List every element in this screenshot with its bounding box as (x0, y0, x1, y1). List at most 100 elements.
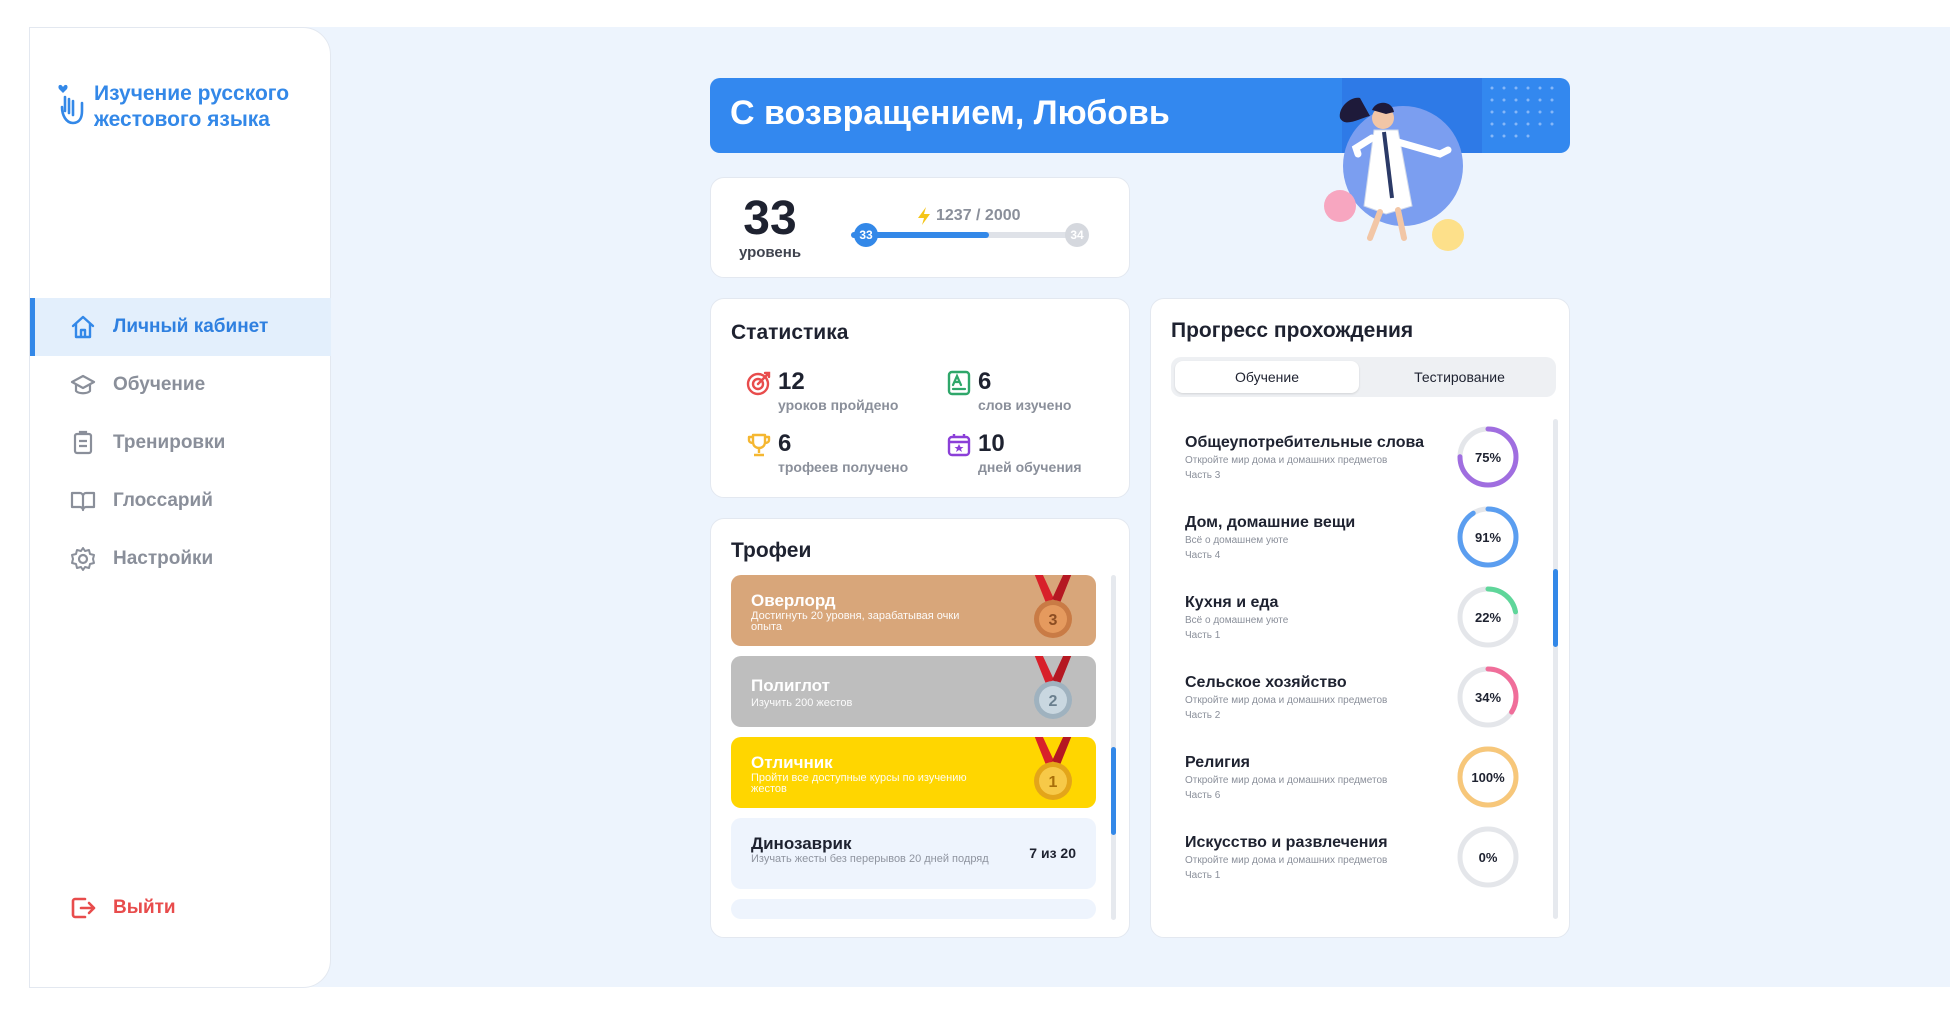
course-progress-label: 34% (1474, 689, 1502, 705)
sidebar: Изучение русского жестового языка Личный… (29, 27, 331, 988)
gold-medal-icon: 1 (1034, 737, 1072, 800)
course-progress-ring: 22% (1456, 585, 1520, 649)
trophy-name: Динозаврик (751, 834, 852, 853)
stat-trophies: 6 трофеев получено (746, 429, 908, 475)
course-description: Всё о домашнем уюте (1185, 535, 1289, 546)
sidebar-item-dashboard[interactable]: Личный кабинет (30, 298, 331, 356)
stat-label: дней обучения (978, 459, 1082, 475)
xp-value: 1237 / 2000 (936, 207, 1021, 224)
trophy-description: Достигнуть 20 уровня, зарабатывая очки о… (751, 610, 960, 633)
stat-value: 6 (978, 368, 992, 395)
sidebar-item-learning[interactable]: Обучение (30, 356, 331, 414)
course-name: Сельское хозяйство (1185, 674, 1347, 691)
statistics-title: Статистика (731, 321, 849, 344)
xp-readout: 1237 / 2000 (916, 206, 1021, 226)
lightning-icon (918, 207, 930, 225)
sidebar-item-settings[interactable]: Настройки (30, 530, 331, 588)
course-progress-ring: 34% (1456, 665, 1520, 729)
clipboard-icon (69, 429, 97, 457)
level-value: 33 (743, 192, 797, 245)
welcome-title: С возвращением, Любовь (730, 94, 1170, 132)
trophy-icon (747, 433, 771, 457)
stat-label: трофеев получено (778, 459, 909, 475)
stat-label: уроков пройдено (778, 397, 899, 413)
course-item[interactable]: Искусство и развлечения Откройте мир дом… (1185, 833, 1485, 883)
trophies-scrollbar[interactable] (1111, 575, 1116, 920)
course-progress-ring: 91% (1456, 505, 1520, 569)
course-progress-label: 22% (1474, 609, 1502, 625)
trophy-item-excellent[interactable]: Отличник Пройти все доступные курсы по и… (731, 737, 1096, 808)
sidebar-item-glossary[interactable]: Глоссарий (30, 472, 331, 530)
course-part: Часть 3 (1185, 470, 1221, 481)
bronze-medal-icon: 3 (1034, 575, 1072, 638)
target-icon (746, 371, 771, 396)
app-title: Изучение русского жестового языка (94, 82, 290, 131)
course-description: Всё о домашнем уюте (1185, 615, 1289, 626)
app-logo[interactable]: Изучение русского жестового языка (56, 81, 324, 133)
sidebar-nav: Личный кабинет Обучение Тренировки Глосс… (30, 298, 331, 588)
medal-rank: 1 (1049, 774, 1058, 791)
book-icon (69, 487, 97, 515)
logout-icon (69, 894, 97, 922)
trophies-card: Трофеи Оверлорд Достигнуть 20 уровня, за… (710, 518, 1130, 938)
course-name: Кухня и еда (1185, 594, 1279, 611)
sidebar-item-label: Личный кабинет (113, 316, 269, 337)
course-progress-label: 100% (1471, 769, 1505, 785)
course-item[interactable]: Кухня и еда Всё о домашнем уюте Часть 1 (1185, 593, 1485, 643)
vocabulary-icon (947, 370, 971, 396)
sidebar-item-label: Глоссарий (113, 490, 213, 511)
course-description: Откройте мир дома и домашних предметов (1185, 455, 1388, 466)
stat-days: 10 дней обучения (946, 429, 1082, 475)
course-name: Искусство и развлечения (1185, 834, 1388, 851)
trophy-item-dinosaur[interactable]: Динозаврик Изучать жесты без перерывов 2… (731, 818, 1096, 889)
trophy-item-overlord[interactable]: Оверлорд Достигнуть 20 уровня, зарабатыв… (731, 575, 1096, 646)
trophy-progress: 7 из 20 (1029, 845, 1076, 861)
course-progress-label: 75% (1474, 449, 1502, 465)
stat-lessons: 12 уроков пройдено (746, 367, 898, 413)
statistics-card: Статистика 12 уроков пройдено 6 слов изуче… (710, 298, 1130, 498)
sidebar-item-training[interactable]: Тренировки (30, 414, 331, 472)
trophy-item-partial[interactable] (731, 899, 1096, 919)
trophy-description: Изучать жесты без перерывов 20 дней подр… (751, 853, 989, 865)
trophy-name: Оверлорд (751, 591, 836, 610)
sidebar-item-label: Настройки (113, 548, 214, 569)
trophy-name: Полиглот (751, 676, 830, 695)
level-card: 33 уровень 1237 / 2000 33 34 (710, 177, 1130, 278)
stat-words: 6 слов изучено (946, 367, 1071, 413)
trophy-name: Отличник (751, 753, 833, 772)
course-part: Часть 6 (1185, 790, 1221, 801)
logout-button[interactable]: Выйти (69, 894, 176, 922)
medal-rank: 2 (1049, 693, 1058, 710)
course-name: Дом, домашние вещи (1185, 514, 1356, 531)
progress-tabs: Обучение Тестирование (1171, 357, 1556, 397)
course-part: Часть 1 (1185, 630, 1221, 641)
trophy-item-polyglot[interactable]: Полиглот Изучить 200 жестов 2 (731, 656, 1096, 727)
trophies-scrollbar-thumb[interactable] (1111, 747, 1116, 835)
tab-learning[interactable]: Обучение (1175, 361, 1359, 393)
tab-testing[interactable]: Тестирование (1367, 361, 1552, 393)
course-item[interactable]: Общеупотребительные слова Откройте мир д… (1185, 433, 1485, 483)
course-progress-label: 91% (1474, 529, 1502, 545)
course-item[interactable]: Религия Откройте мир дома и домашних пре… (1185, 753, 1485, 803)
course-progress-label: 0% (1478, 849, 1498, 865)
silver-medal-icon: 2 (1034, 656, 1072, 719)
course-part: Часть 2 (1185, 710, 1221, 721)
course-item[interactable]: Сельское хозяйство Откройте мир дома и д… (1185, 673, 1485, 723)
course-item[interactable]: Дом, домашние вещи Всё о домашнем уюте Ч… (1185, 513, 1485, 563)
level-label: уровень (738, 244, 802, 261)
trophy-description: Пройти все доступные курсы по изучению ж… (751, 772, 967, 795)
course-progress-ring: 100% (1456, 745, 1520, 809)
course-description: Откройте мир дома и домашних предметов (1185, 855, 1388, 866)
sidebar-item-label: Обучение (113, 374, 206, 395)
sidebar-item-label: Тренировки (113, 432, 226, 453)
gear-icon (69, 545, 97, 573)
stat-value: 6 (778, 430, 792, 457)
courses-scrollbar[interactable] (1553, 419, 1558, 919)
course-progress-ring: 75% (1456, 425, 1520, 489)
medal-rank: 3 (1049, 612, 1058, 629)
course-progress-ring: 0% (1456, 825, 1520, 889)
courses-scrollbar-thumb[interactable] (1553, 569, 1558, 647)
welcome-illustration (1324, 97, 1464, 251)
trophy-description: Изучить 200 жестов (751, 697, 853, 709)
course-name: Религия (1185, 754, 1251, 771)
